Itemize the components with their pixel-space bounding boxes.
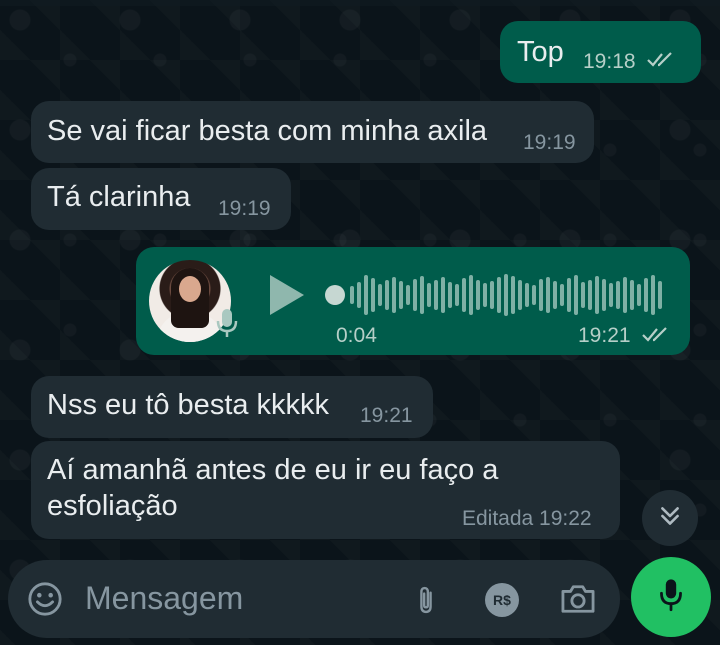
- message-time: 19:19: [218, 197, 271, 220]
- message-input[interactable]: Mensagem: [85, 580, 243, 617]
- waveform-bar: [658, 281, 662, 309]
- message-bubble-outgoing[interactable]: Top 19:18: [500, 21, 701, 83]
- waveform-bar: [602, 279, 606, 311]
- waveform-bar: [560, 284, 564, 306]
- message-composer[interactable]: Mensagem R$: [8, 560, 620, 638]
- payment-icon[interactable]: R$: [484, 582, 520, 618]
- playback-scrubber[interactable]: [325, 285, 345, 305]
- waveform-bar: [469, 275, 473, 315]
- message-text: Se vai ficar besta com minha axila: [47, 115, 488, 147]
- message-time: 19:18: [583, 50, 636, 73]
- waveform-bar: [371, 278, 375, 312]
- waveform-bar: [581, 282, 585, 308]
- waveform-bar: [644, 278, 648, 312]
- double-check-icon: [641, 326, 671, 344]
- message-text: Tá clarinha: [47, 181, 191, 213]
- waveform-bar: [623, 277, 627, 313]
- waveform-bar: [637, 284, 641, 306]
- waveform-bar: [490, 281, 494, 309]
- message-bubble-incoming[interactable]: Nss eu tô besta kkkkk 19:21: [31, 376, 433, 438]
- waveform-bar: [609, 283, 613, 307]
- waveform-bar: [595, 276, 599, 314]
- waveform-bar: [574, 275, 578, 315]
- waveform-bar: [539, 279, 543, 311]
- message-bubble-incoming[interactable]: Aí amanhã antes de eu ir eu faço a esfol…: [31, 441, 620, 539]
- waveform-bar: [504, 274, 508, 316]
- waveform-bar: [518, 280, 522, 310]
- message-time: 19:19: [523, 131, 576, 154]
- waveform-bar: [525, 283, 529, 307]
- waveform-bar: [546, 277, 550, 313]
- voice-record-button[interactable]: [631, 557, 711, 637]
- message-text-line: esfoliação: [47, 490, 178, 522]
- waveform-bar: [567, 278, 571, 312]
- waveform-bar: [399, 281, 403, 309]
- emoji-icon[interactable]: [26, 580, 64, 618]
- voice-message-bubble[interactable]: 0:04 19:21: [136, 247, 690, 355]
- waveform-bar: [532, 285, 536, 305]
- waveform-bar: [630, 280, 634, 310]
- message-bubble-incoming[interactable]: Tá clarinha 19:19: [31, 168, 291, 230]
- mic-icon: [658, 577, 684, 618]
- waveform-bar: [413, 279, 417, 311]
- waveform-bar: [588, 280, 592, 310]
- edited-label-time: Editada 19:22: [462, 507, 592, 530]
- waveform-bar: [497, 277, 501, 313]
- payment-label: R$: [485, 583, 519, 617]
- double-chevron-down-icon: [657, 503, 683, 534]
- message-text-line: Aí amanhã antes de eu ir eu faço a: [47, 454, 499, 486]
- message-bubble-incoming[interactable]: Se vai ficar besta com minha axila 19:19: [31, 101, 594, 163]
- waveform-bar: [462, 278, 466, 312]
- message-time: 19:21: [360, 404, 413, 427]
- waveform-bar: [392, 277, 396, 313]
- waveform-bar: [364, 275, 368, 315]
- waveform-bar: [406, 285, 410, 305]
- previous-message-edge: [0, 0, 720, 6]
- double-check-icon: [646, 51, 676, 69]
- mic-icon: [214, 307, 240, 339]
- waveform-bar: [385, 280, 389, 310]
- message-text: Nss eu tô besta kkkkk: [47, 389, 330, 421]
- message-time: 19:21: [578, 324, 631, 347]
- waveform-bar: [616, 281, 620, 309]
- waveform-bar: [553, 281, 557, 309]
- waveform-bar: [378, 284, 382, 306]
- waveform-bar: [476, 280, 480, 310]
- waveform-bar: [511, 276, 515, 314]
- scroll-to-bottom-button[interactable]: [642, 490, 698, 546]
- message-text: Top: [517, 36, 564, 68]
- waveform-bar: [357, 282, 361, 308]
- waveform-bar: [651, 275, 655, 315]
- waveform-bar: [441, 277, 445, 313]
- paperclip-icon[interactable]: [408, 580, 444, 620]
- waveform-bar: [448, 282, 452, 308]
- voice-duration: 0:04: [336, 324, 377, 347]
- waveform-bar: [483, 283, 487, 307]
- play-icon[interactable]: [270, 275, 304, 315]
- waveform-bar: [420, 276, 424, 314]
- waveform-bar: [434, 280, 438, 310]
- camera-icon[interactable]: [558, 581, 598, 617]
- waveform-bar: [427, 283, 431, 307]
- waveform-bar: [350, 286, 354, 304]
- waveform-bar: [455, 284, 459, 306]
